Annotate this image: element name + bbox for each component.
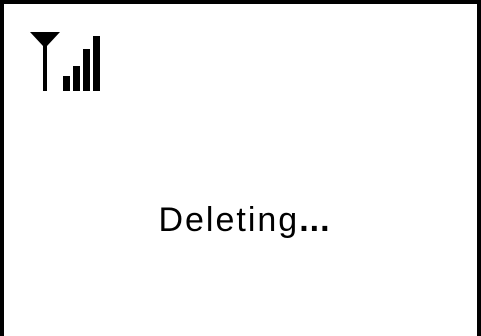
status-text: Deleting (158, 201, 300, 239)
signal-bar-1 (63, 76, 70, 91)
status-ellipsis: ... (299, 201, 331, 239)
signal-strength-icon (30, 32, 120, 92)
signal-bar-2 (73, 66, 80, 91)
phone-screen: Deleting... (0, 0, 481, 336)
signal-bar-4 (93, 36, 100, 91)
deleting-status-message: Deleting... (4, 192, 481, 248)
antenna-icon (30, 32, 60, 91)
signal-bar-3 (83, 49, 90, 91)
